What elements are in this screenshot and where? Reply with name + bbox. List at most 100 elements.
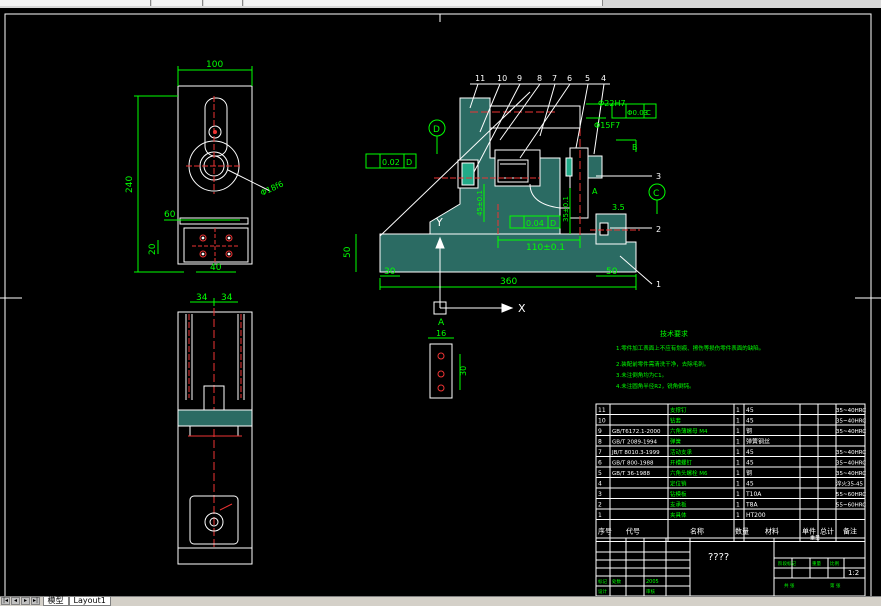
bom-header-cell: 名称	[690, 527, 704, 536]
part-balloon-4: 4	[601, 74, 606, 83]
bom-name: 定位销	[670, 480, 687, 488]
bom-name: 活动支承	[670, 448, 693, 456]
dim-phi15: Φ15F7	[594, 121, 620, 130]
dim-50-height: 50	[343, 246, 353, 258]
title-block-label: 重量	[812, 560, 821, 567]
bom-name: 六角薄螺母 M4	[670, 427, 708, 435]
dim-dia18: Φ18f6	[259, 179, 285, 197]
dimension-lines-top-view	[134, 66, 253, 273]
datum-b-label: B	[632, 143, 638, 152]
bom-material: 45	[746, 449, 754, 456]
bom-no: 8	[598, 439, 602, 446]
bom-qty: 1	[736, 470, 740, 477]
tab-nav-next[interactable]: ▸	[21, 597, 30, 605]
bom-qty: 1	[736, 418, 740, 425]
part-balloon-8: 8	[537, 74, 542, 83]
bom-no: 5	[598, 470, 602, 477]
dim-40: 40	[210, 263, 222, 273]
bom-row: 6 GB/T 800-1988 开槽螺钉 1 45 35~40HRC	[598, 459, 866, 467]
bom-code: GB/T 800-1988	[612, 461, 654, 467]
dim-240: 240	[125, 176, 135, 193]
dim-360: 360	[500, 277, 517, 287]
dim-30: 30	[459, 366, 468, 376]
bom-code: GB/T 2089-1994	[612, 440, 657, 446]
drawing-name: ????	[708, 552, 729, 563]
tab-nav-last[interactable]: ▸|	[31, 597, 40, 605]
drawing-canvas[interactable]: 100 240 Φ18f6 60 20 40 34 34 A 16 30 11 …	[0, 8, 881, 596]
bom-note: 35~40HRC	[836, 461, 866, 467]
bom-row: 3 钻模板 1 T10A 55~60HRC	[598, 490, 866, 498]
section-label-a: A	[438, 318, 445, 328]
tech-requirements-title: 技术要求	[660, 329, 688, 338]
bom-material: 45	[746, 460, 754, 467]
bom-note: 35~40HRC	[836, 450, 866, 456]
bom-name: 六角头螺栓 M6	[670, 469, 708, 477]
tolerance-c-value: Φ0.03	[627, 109, 648, 117]
bom-code: JB/T 8010.3-1999	[611, 450, 660, 456]
date-value: 2005	[646, 579, 659, 585]
bom-note: 55~60HRC	[836, 503, 866, 509]
bom-no: 3	[598, 491, 602, 498]
dim-3-5: 3.5	[612, 203, 625, 212]
tech-requirement-line: 2.装配前零件需清洗干净，去除毛刺。	[616, 360, 709, 368]
dim-60: 60	[164, 210, 176, 220]
bom-row: 1 夹具体 1 HT200	[598, 511, 766, 519]
dim-20: 20	[148, 243, 158, 255]
title-block-label: 阶段标记	[778, 560, 796, 567]
bom-note: 35~40HRC	[836, 408, 866, 414]
bom-row: 2 支承板 1 T8A 55~60HRC	[598, 501, 866, 509]
part-balloon-11: 11	[475, 74, 485, 83]
bom-qty: 1	[736, 481, 740, 488]
tolerance-d-value: 0.02	[382, 158, 400, 167]
tab-nav-first[interactable]: |◂	[1, 597, 10, 605]
part-balloon-6: 6	[567, 74, 572, 83]
part-balloon-9: 9	[517, 74, 522, 83]
bom-material: T8A	[745, 502, 758, 509]
bom-row: 7 JB/T 8010.3-1999 活动支承 1 45 35~40HRC	[598, 448, 866, 456]
section-view-a	[428, 337, 461, 399]
bom-material: 45	[746, 481, 754, 488]
dim-30-base: 30	[384, 267, 396, 277]
bom-header-cell: 代号	[626, 527, 640, 536]
bom-note: 淬火35-45	[836, 480, 863, 488]
bom-header-cell: 材料	[765, 527, 779, 536]
dim-vertical-45: 45±0.1	[476, 190, 484, 216]
bom-note: 35~40HRC	[836, 429, 866, 435]
bom-material: T10A	[745, 491, 762, 498]
bom-name: 支撑钉	[670, 406, 687, 414]
bom-qty: 1	[736, 428, 740, 435]
bom-material: 钢	[746, 469, 752, 477]
bom-row: 5 GB/T 36-1988 六角头螺栓 M6 1 钢 35~40HRC	[598, 469, 866, 477]
bom-material: HT200	[746, 512, 766, 519]
bom-material: 弹簧钢丝	[746, 438, 770, 446]
tab-nav-prev[interactable]: ◂	[11, 597, 20, 605]
bom-no: 10	[598, 418, 606, 425]
bom-name: 钻套	[670, 417, 682, 425]
toolbar-segment[interactable]	[204, 0, 243, 6]
bom-row: 11 支撑钉 1 45 35~40HRC	[598, 406, 866, 414]
bom-header-cell: 总计	[820, 527, 834, 536]
title-block-label: 审核	[646, 588, 655, 595]
toolbar-segment[interactable]	[0, 0, 151, 6]
part-balloon-2: 2	[656, 225, 661, 234]
bom-name: 夹具体	[670, 511, 687, 519]
tolerance-b-datum: D	[550, 219, 556, 228]
datum-d-label: D	[433, 125, 440, 135]
datum-c-label: C	[653, 189, 659, 199]
title-block-label: 处数	[612, 578, 621, 585]
bom-name: 弹簧	[670, 438, 682, 446]
bom-header-cell: 数量	[735, 527, 749, 536]
bom-note: 35~40HRC	[836, 471, 866, 477]
bom-material: 45	[746, 407, 754, 414]
bom-name: 开槽螺钉	[670, 459, 693, 467]
toolbar-segment[interactable]	[152, 0, 203, 6]
bom-qty: 1	[736, 460, 740, 467]
bom-no: 4	[598, 481, 602, 488]
bom-no: 1	[598, 512, 602, 519]
bom-no: 2	[598, 502, 602, 509]
bom-code: GB/T6172.1-2000	[612, 429, 661, 435]
title-block-label: 标记	[598, 578, 607, 585]
toolbar-segment[interactable]	[244, 0, 603, 6]
dim-100: 100	[206, 60, 223, 70]
bom-header-cell: 单件	[802, 527, 816, 536]
